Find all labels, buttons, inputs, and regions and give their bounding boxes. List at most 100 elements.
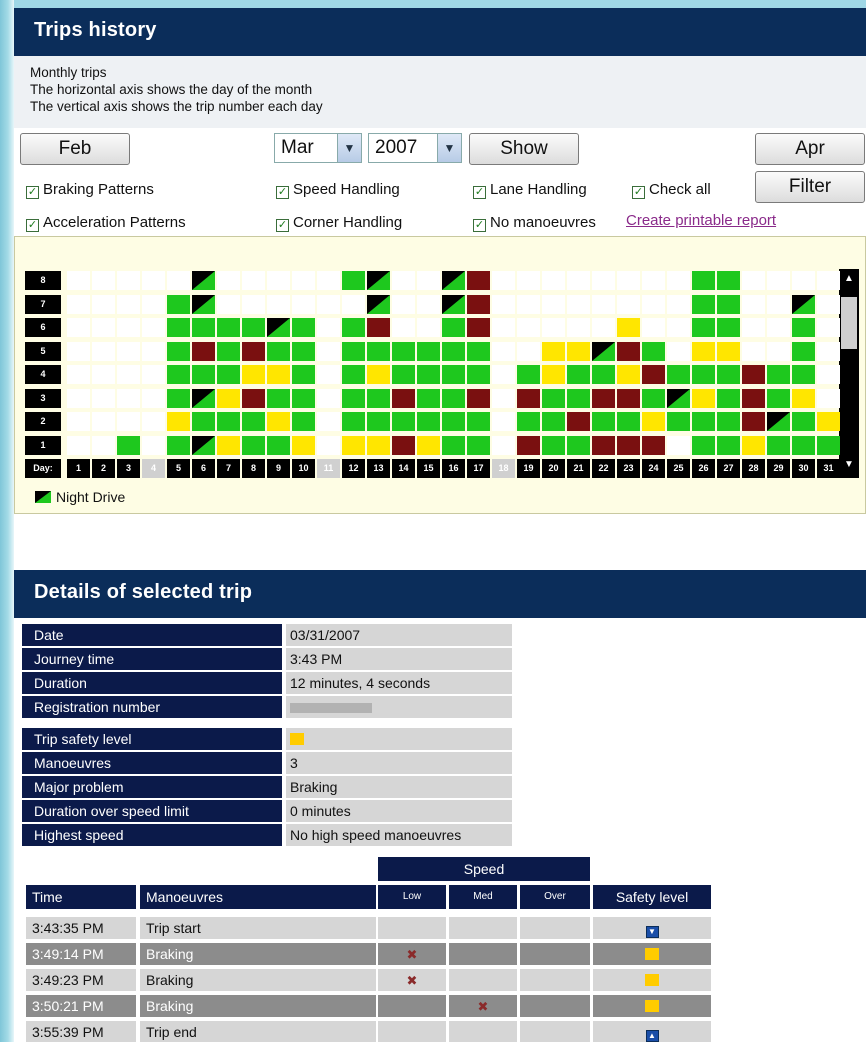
- trip-cell[interactable]: [567, 365, 590, 384]
- trip-cell[interactable]: [742, 365, 765, 384]
- show-button[interactable]: Show: [469, 133, 579, 165]
- checkbox-check-icon[interactable]: ✓: [276, 186, 289, 199]
- trip-cell[interactable]: [117, 435, 140, 455]
- trip-cell[interactable]: [417, 388, 440, 408]
- trip-cell[interactable]: [542, 365, 565, 384]
- day-label[interactable]: 2: [92, 459, 115, 478]
- trip-cell[interactable]: [417, 365, 440, 384]
- trip-cell[interactable]: [217, 435, 240, 455]
- trip-cell[interactable]: [367, 318, 390, 337]
- day-label[interactable]: 29: [767, 459, 790, 478]
- trip-cell[interactable]: [692, 388, 715, 408]
- trip-cell[interactable]: [342, 435, 365, 455]
- trip-cell[interactable]: [792, 341, 815, 361]
- trip-cell[interactable]: [367, 388, 390, 408]
- trip-cell[interactable]: [692, 412, 715, 431]
- trip-cell[interactable]: [292, 435, 315, 455]
- trip-cell[interactable]: [742, 388, 765, 408]
- trip-cell[interactable]: [692, 365, 715, 384]
- trip-cell-night[interactable]: [442, 271, 465, 290]
- day-label[interactable]: 19: [517, 459, 540, 478]
- day-label[interactable]: 9: [267, 459, 290, 478]
- year-select[interactable]: 2007 ▼: [368, 133, 462, 163]
- trip-cell[interactable]: [267, 435, 290, 455]
- trip-cell[interactable]: [342, 318, 365, 337]
- trip-cell[interactable]: [467, 365, 490, 384]
- day-label[interactable]: 16: [442, 459, 465, 478]
- trip-cell[interactable]: [717, 365, 740, 384]
- day-label[interactable]: 25: [667, 459, 690, 478]
- trip-cell[interactable]: [642, 412, 665, 431]
- day-label[interactable]: 20: [542, 459, 565, 478]
- day-label[interactable]: 21: [567, 459, 590, 478]
- trip-cell[interactable]: [792, 388, 815, 408]
- trip-cell[interactable]: [592, 365, 615, 384]
- trip-cell-night[interactable]: [192, 435, 215, 455]
- day-label[interactable]: 3: [117, 459, 140, 478]
- trip-cell[interactable]: [442, 318, 465, 337]
- trip-cell[interactable]: [242, 435, 265, 455]
- scroll-down-icon[interactable]: ▼: [841, 457, 857, 473]
- trip-cell[interactable]: [467, 388, 490, 408]
- trip-cell[interactable]: [692, 341, 715, 361]
- checkbox-check-icon[interactable]: ✓: [632, 186, 645, 199]
- trip-cell[interactable]: [342, 365, 365, 384]
- trip-cell[interactable]: [392, 412, 415, 431]
- trip-cell[interactable]: [642, 388, 665, 408]
- trip-cell[interactable]: [192, 318, 215, 337]
- trip-cell[interactable]: [342, 412, 365, 431]
- trip-cell[interactable]: [692, 435, 715, 455]
- trip-cell[interactable]: [292, 388, 315, 408]
- trip-cell[interactable]: [442, 365, 465, 384]
- trip-cell[interactable]: [367, 412, 390, 431]
- checkbox-check-icon[interactable]: ✓: [276, 219, 289, 232]
- trip-cell[interactable]: [567, 341, 590, 361]
- trip-cell[interactable]: [717, 294, 740, 314]
- day-label[interactable]: 13: [367, 459, 390, 478]
- day-label[interactable]: 23: [617, 459, 640, 478]
- day-label[interactable]: 14: [392, 459, 415, 478]
- trip-cell[interactable]: [217, 318, 240, 337]
- day-label[interactable]: 26: [692, 459, 715, 478]
- trip-cell[interactable]: [242, 365, 265, 384]
- trip-cell[interactable]: [642, 365, 665, 384]
- trip-cell[interactable]: [642, 341, 665, 361]
- trip-cell[interactable]: [467, 271, 490, 290]
- trip-cell[interactable]: [167, 412, 190, 431]
- trip-cell[interactable]: [692, 318, 715, 337]
- filter-button[interactable]: Filter: [755, 171, 865, 203]
- checkbox-speed-handling[interactable]: ✓ Speed Handling: [276, 181, 400, 199]
- trip-cell[interactable]: [392, 388, 415, 408]
- checkbox-check-icon[interactable]: ✓: [26, 186, 39, 199]
- trip-cell[interactable]: [767, 365, 790, 384]
- day-label[interactable]: 24: [642, 459, 665, 478]
- day-label[interactable]: 10: [292, 459, 315, 478]
- day-label[interactable]: 22: [592, 459, 615, 478]
- trip-cell-night[interactable]: [367, 294, 390, 314]
- checkbox-check-icon[interactable]: ✓: [26, 219, 39, 232]
- trip-cell[interactable]: [442, 341, 465, 361]
- day-label[interactable]: 1: [67, 459, 90, 478]
- scroll-thumb[interactable]: [841, 297, 857, 349]
- day-label[interactable]: 4: [142, 459, 165, 478]
- trip-cell[interactable]: [742, 412, 765, 431]
- trip-cell[interactable]: [792, 435, 815, 455]
- day-label[interactable]: 8: [242, 459, 265, 478]
- trip-cell[interactable]: [192, 412, 215, 431]
- trip-cell[interactable]: [442, 435, 465, 455]
- trip-cell[interactable]: [542, 341, 565, 361]
- trip-cell[interactable]: [542, 435, 565, 455]
- trip-cell[interactable]: [717, 341, 740, 361]
- day-label[interactable]: 15: [417, 459, 440, 478]
- day-label[interactable]: 12: [342, 459, 365, 478]
- trip-cell[interactable]: [292, 341, 315, 361]
- trip-cell[interactable]: [542, 412, 565, 431]
- printable-report-link[interactable]: Create printable report: [626, 212, 776, 229]
- trip-cell[interactable]: [567, 388, 590, 408]
- trip-cell[interactable]: [167, 435, 190, 455]
- trip-cell[interactable]: [617, 318, 640, 337]
- trip-cell[interactable]: [392, 341, 415, 361]
- trip-cell[interactable]: [167, 341, 190, 361]
- trip-cell[interactable]: [217, 341, 240, 361]
- trip-cell[interactable]: [517, 412, 540, 431]
